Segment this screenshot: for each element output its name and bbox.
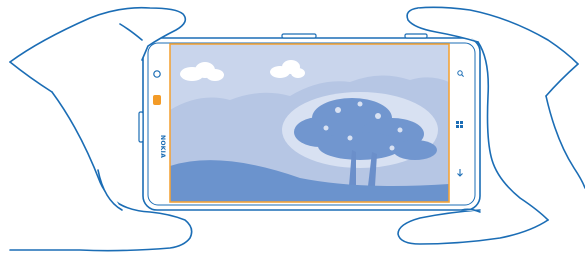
phone-illustration: NOKIA bbox=[0, 0, 585, 268]
brand-logo: NOKIA bbox=[159, 135, 166, 158]
hands-holding-phone-drawing: NOKIA bbox=[9, 6, 585, 252]
camera-key-icon bbox=[153, 95, 161, 105]
home-screen bbox=[169, 43, 450, 203]
